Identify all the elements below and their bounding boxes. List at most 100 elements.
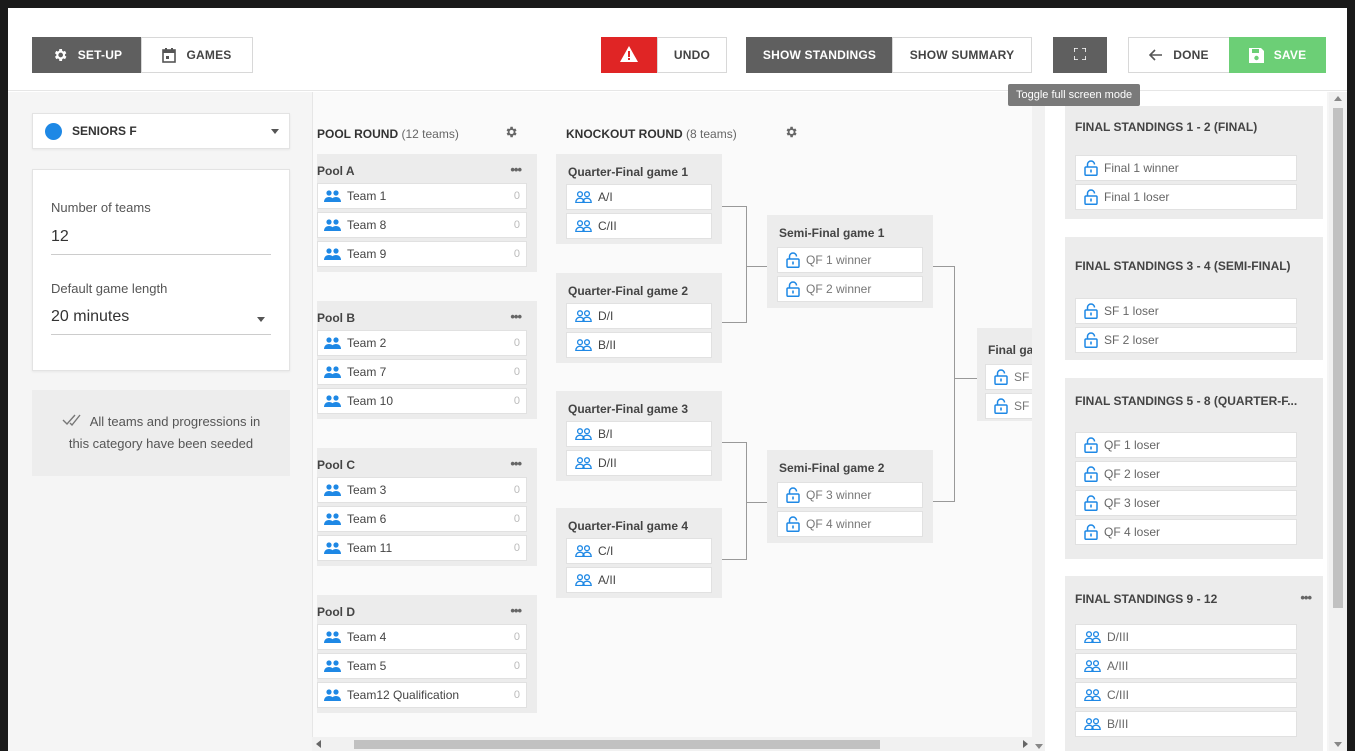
game-slot[interactable]: QF 2 winner [777,276,923,302]
game-slot[interactable]: D/II [566,450,712,476]
team-slot[interactable]: Team 10 0 [317,388,527,414]
scroll-down-icon[interactable] [1035,744,1043,749]
team-score: 0 [513,366,520,378]
team-slot[interactable]: Team 1 0 [317,183,527,209]
pool-round-settings-icon[interactable] [504,125,518,139]
final-game[interactable]: Final ga SF SF [977,328,1032,421]
standings-group-9-12[interactable]: FINAL STANDINGS 9 - 12 ••• D/III A/III C… [1065,576,1323,751]
bracket-vertical-scrollbar[interactable] [1032,92,1045,751]
team-slot[interactable]: Team 7 0 [317,359,527,385]
team-slot[interactable]: Team 11 0 [317,535,527,561]
pool-card-d[interactable]: Pool D ••• Team 4 0 Team 5 0 Team12 Qualif… [317,595,537,713]
standings-slot[interactable]: QF 4 loser [1075,519,1297,545]
pool-card-b[interactable]: Pool B ••• Team 2 0 Team 7 0 Team 10 0 [317,301,537,419]
game-slot[interactable]: A/II [566,567,712,593]
fullscreen-button[interactable] [1053,37,1107,73]
sf-game-1[interactable]: Semi-Final game 1 QF 1 winner QF 2 winne… [767,215,933,308]
game-slot[interactable]: A/I [566,184,712,210]
standings-group-1-2[interactable]: FINAL STANDINGS 1 - 2 (FINAL) Final 1 wi… [1065,106,1323,219]
seeded-notice: All teams and progressions in this categ… [32,390,290,476]
standings-slot[interactable]: SF 2 loser [1075,327,1297,353]
more-menu-icon[interactable]: ••• [510,309,522,324]
show-summary-button[interactable]: SHOW SUMMARY [892,37,1032,73]
standings-slot[interactable]: QF 1 loser [1075,432,1297,458]
team-slot[interactable]: Team 2 0 [317,330,527,356]
game-slot[interactable]: C/II [566,213,712,239]
setup-button[interactable]: SET-UP [32,37,142,73]
more-menu-icon[interactable]: ••• [510,603,522,618]
vertical-scroll-thumb[interactable] [1333,108,1343,608]
standings-group-3-4[interactable]: FINAL STANDINGS 3 - 4 (SEMI-FINAL) SF 1 … [1065,237,1323,360]
show-standings-button[interactable]: SHOW STANDINGS [746,37,893,73]
game-slot[interactable]: SF [985,393,1032,419]
pool-card-a[interactable]: Pool A ••• Team 1 0 Team 8 0 Team 9 0 [317,154,537,272]
show-standings-label: SHOW STANDINGS [762,48,877,62]
qf-game-1[interactable]: Quarter-Final game 1 A/I C/II [556,154,722,244]
team-slot[interactable]: Team 4 0 [317,624,527,650]
game-slot[interactable]: C/I [566,538,712,564]
game-slot[interactable]: B/I [566,421,712,447]
bracket-horizontal-scrollbar[interactable] [312,737,1032,751]
bracket-connector [747,266,767,267]
more-menu-icon[interactable]: ••• [510,456,522,471]
team-slot[interactable]: Team12 Qualification 0 [317,682,527,708]
team-name: Team 1 [347,189,387,203]
team-slot[interactable]: Team 5 0 [317,653,527,679]
game-slot[interactable]: SF [985,364,1032,390]
standings-slot[interactable]: B/III [1075,711,1297,737]
game-length-select[interactable]: 20 minutes [51,308,129,326]
pool-card-c[interactable]: Pool C ••• Team 3 0 Team 6 0 Team 11 0 [317,448,537,566]
more-menu-icon[interactable]: ••• [510,162,522,177]
scroll-up-icon[interactable] [1334,96,1342,101]
standings-slot[interactable]: QF 2 loser [1075,461,1297,487]
setup-label: SET-UP [77,48,123,62]
more-menu-icon[interactable]: ••• [1300,590,1312,605]
seeded-line-1: All teams and progressions in [62,411,261,434]
scroll-right-icon[interactable] [1023,740,1028,748]
knockout-settings-icon[interactable] [784,125,798,139]
game-slot[interactable]: QF 3 winner [777,482,923,508]
qf-game-4[interactable]: Quarter-Final game 4 C/I A/II [556,508,722,598]
game-length-underline [51,334,271,335]
game-slot[interactable]: QF 1 winner [777,247,923,273]
team-slot[interactable]: Team 3 0 [317,477,527,503]
game-slot[interactable]: B/II [566,332,712,358]
standings-slot[interactable]: A/III [1075,653,1297,679]
team-slot[interactable]: Team 8 0 [317,212,527,238]
team-name: Team 6 [347,512,387,526]
team-score: 0 [513,689,520,701]
scroll-down-icon[interactable] [1334,742,1342,747]
done-button[interactable]: DONE [1128,37,1230,73]
team-score: 0 [513,248,520,260]
slot-label: B/II [598,338,617,352]
standings-slot[interactable]: C/III [1075,682,1297,708]
warning-button[interactable] [601,37,657,73]
save-button[interactable]: SAVE [1229,37,1326,73]
category-select[interactable]: SENIORS F [32,113,290,149]
standings-slot[interactable]: SF 1 loser [1075,298,1297,324]
team-outline-icon [575,457,592,469]
undo-button[interactable]: UNDO [657,37,727,73]
horizontal-scroll-thumb[interactable] [354,740,880,749]
standings-slot[interactable]: Final 1 loser [1075,184,1297,210]
team-icon [324,248,341,260]
num-teams-label: Number of teams [51,200,151,215]
num-teams-input[interactable]: 12 [51,228,69,246]
page-vertical-scrollbar[interactable] [1329,92,1347,751]
standings-slot[interactable]: Final 1 winner [1075,155,1297,181]
team-slot[interactable]: Team 6 0 [317,506,527,532]
team-slot[interactable]: Team 9 0 [317,241,527,267]
qf-game-3[interactable]: Quarter-Final game 3 B/I D/II [556,391,722,481]
sf-game-2[interactable]: Semi-Final game 2 QF 3 winner QF 4 winne… [767,450,933,543]
scroll-left-icon[interactable] [316,740,321,748]
game-slot[interactable]: D/I [566,303,712,329]
standings-group-5-8[interactable]: FINAL STANDINGS 5 - 8 (QUARTER-F... QF 1… [1065,378,1323,559]
standings-slot[interactable]: D/III [1075,624,1297,650]
seeded-text-1: All teams and progressions in [89,413,261,429]
team-icon [324,219,341,231]
qf-game-2[interactable]: Quarter-Final game 2 D/I B/II [556,273,722,363]
standings-slot[interactable]: QF 3 loser [1075,490,1297,516]
num-teams-underline [51,254,271,255]
game-slot[interactable]: QF 4 winner [777,511,923,537]
games-button[interactable]: GAMES [141,37,253,73]
